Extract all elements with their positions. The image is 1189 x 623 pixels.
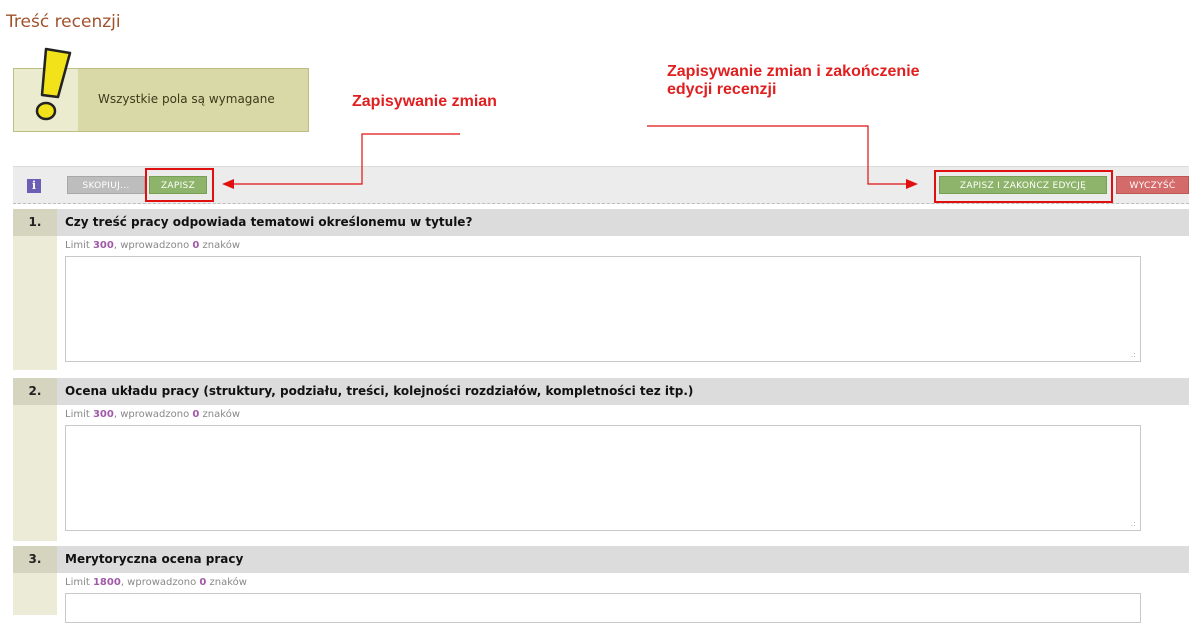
resize-grip-icon[interactable]: .: — [1131, 350, 1136, 359]
question-2-limit: Limit 300, wprowadzono 0 znaków — [65, 409, 240, 420]
question-2-title: Ocena układu pracy (struktury, podziału,… — [65, 384, 694, 398]
question-3-body: Limit 1800, wprowadzono 0 znaków — [13, 573, 1189, 623]
question-3-number: 3. — [13, 546, 57, 573]
question-3-textarea[interactable] — [65, 593, 1141, 623]
question-2-header: 2. Ocena układu pracy (struktury, podzia… — [13, 378, 1189, 405]
question-1-header: 1. Czy treść pracy odpowiada tematowi ok… — [13, 209, 1189, 236]
question-1-body: Limit 300, wprowadzono 0 znaków .: — [13, 236, 1189, 370]
question-2-textarea[interactable]: .: — [65, 425, 1141, 531]
question-1-number: 1. — [13, 209, 57, 236]
question-1-textarea[interactable]: .: — [65, 256, 1141, 362]
question-2-body: Limit 300, wprowadzono 0 znaków .: — [13, 405, 1189, 541]
question-3-title: Merytoryczna ocena pracy — [65, 552, 244, 566]
question-3-header: 3. Merytoryczna ocena pracy — [13, 546, 1189, 573]
question-2-number: 2. — [13, 378, 57, 405]
resize-grip-icon[interactable]: .: — [1131, 519, 1136, 528]
question-1-title: Czy treść pracy odpowiada tematowi okreś… — [65, 215, 473, 229]
question-3-limit: Limit 1800, wprowadzono 0 znaków — [65, 577, 247, 588]
question-1-limit: Limit 300, wprowadzono 0 znaków — [65, 240, 240, 251]
